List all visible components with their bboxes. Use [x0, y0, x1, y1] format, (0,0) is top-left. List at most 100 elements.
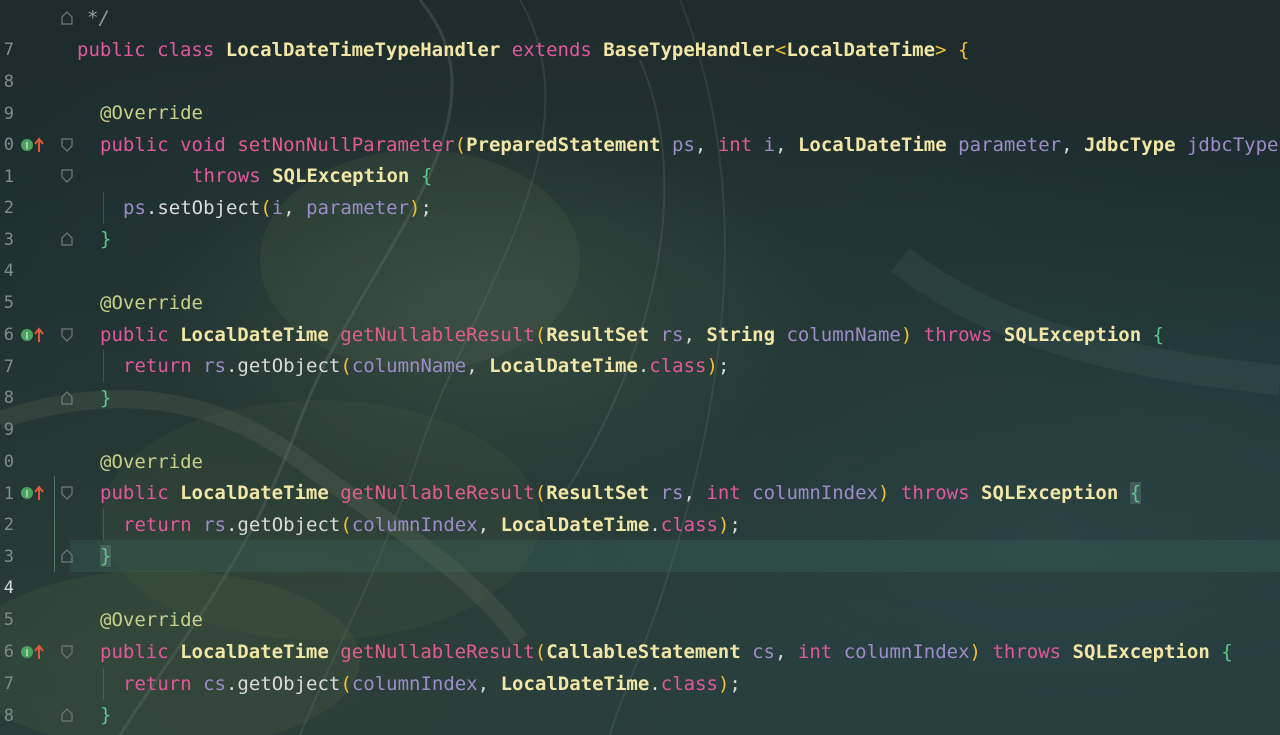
keyword: return	[123, 355, 192, 377]
method-name: getNullableResult	[340, 324, 535, 346]
paren: )	[706, 355, 718, 377]
param: jdbcType	[1186, 134, 1279, 156]
code-line[interactable]: 0	[0, 414, 1280, 472]
variable: rs	[203, 355, 226, 377]
fold-icon[interactable]	[61, 645, 73, 659]
code-line[interactable]: 6 @Override	[0, 287, 1280, 345]
paren: (	[340, 673, 352, 695]
dot: .	[649, 514, 661, 536]
arg: i	[271, 197, 284, 219]
keyword: throws	[992, 641, 1062, 663]
code-line[interactable]: 7 I public LocalDateTime getNullableResu…	[0, 636, 1280, 694]
arg: columnIndex	[351, 673, 478, 695]
matched-brace: {	[1129, 482, 1142, 504]
type: CallableStatement	[546, 641, 741, 663]
method-call: .getObject	[225, 355, 341, 377]
svg-text:I: I	[26, 141, 29, 152]
type: ResultSet	[546, 324, 650, 346]
generic-open: <	[774, 39, 787, 61]
paren: )	[900, 324, 913, 346]
code-editor[interactable]: 7 */ 8 public class LocalDateTimeTypeHan…	[0, 0, 1280, 735]
fold-icon[interactable]	[61, 11, 73, 25]
code-line[interactable]: 9 }	[0, 382, 1280, 440]
fold-icon[interactable]	[61, 391, 73, 405]
fold-icon[interactable]	[61, 138, 73, 152]
comma: ,	[775, 134, 787, 156]
override-method-icon[interactable]: I	[20, 137, 46, 153]
variable: ps	[123, 197, 146, 219]
method-name: getNullableResult	[340, 641, 535, 663]
variable: rs	[203, 514, 226, 536]
fold-icon[interactable]	[61, 708, 73, 722]
override-method-icon[interactable]: I	[20, 644, 46, 660]
brace: }	[100, 387, 112, 409]
code-line[interactable]: 5	[0, 255, 1280, 313]
override-method-icon[interactable]: I	[20, 327, 46, 343]
code-line[interactable]: 4 }	[0, 223, 1280, 281]
brace: {	[1152, 324, 1165, 346]
svg-text:I: I	[26, 489, 29, 500]
keyword: public	[77, 39, 146, 61]
return-type: LocalDateTime	[180, 324, 329, 346]
code-line[interactable]: 3 return rs.getObject(columnIndex, Local…	[0, 509, 1280, 567]
comma: ,	[683, 324, 695, 346]
param: ps	[672, 134, 695, 156]
keyword: void	[180, 134, 226, 156]
paren: (	[260, 197, 272, 219]
param: rs	[660, 324, 684, 346]
keyword: extends	[511, 39, 592, 61]
annotation: @Override	[100, 609, 203, 631]
override-method-icon[interactable]: I	[20, 485, 46, 501]
param: parameter	[958, 134, 1062, 156]
code-line[interactable]: 1 I public void setNonNullParameter(Prep…	[0, 129, 1280, 187]
comma: ,	[283, 197, 295, 219]
code-line[interactable]: 7 I public LocalDateTime getNullableResu…	[0, 319, 1280, 377]
param: rs	[660, 482, 684, 504]
code-line[interactable]: 2 I public LocalDateTime getNullableResu…	[0, 477, 1280, 535]
keyword: int	[717, 134, 753, 156]
comma: ,	[477, 673, 490, 695]
paren: )	[717, 514, 730, 536]
code-line[interactable]: 8 return rs.getObject(columnName, LocalD…	[0, 350, 1280, 408]
code-line[interactable]: 9 }	[0, 699, 1280, 731]
paren: )	[409, 197, 421, 219]
annotation: @Override	[100, 102, 203, 124]
fold-icon[interactable]	[61, 486, 73, 500]
code-line[interactable]: 5	[0, 572, 1280, 630]
class-name: LocalDateTimeTypeHandler	[225, 39, 501, 61]
brace: }	[100, 704, 112, 726]
code-line[interactable]: 7 */	[0, 2, 1280, 60]
code-line[interactable]: 3 ps.setObject(i, parameter);	[0, 192, 1280, 250]
code-line[interactable]: 6 @Override	[0, 604, 1280, 662]
fold-icon[interactable]	[61, 549, 73, 563]
keyword: public	[100, 482, 169, 504]
paren: (	[454, 134, 467, 156]
fold-icon[interactable]	[61, 169, 73, 183]
generic-close: >	[935, 39, 947, 61]
dot: .	[637, 355, 650, 377]
type: String	[706, 324, 776, 346]
arg: columnIndex	[351, 514, 478, 536]
fold-icon[interactable]	[61, 328, 73, 342]
base-class: BaseTypeHandler	[603, 39, 775, 61]
generic-type: LocalDateTime	[786, 39, 936, 61]
keyword: class	[649, 355, 707, 377]
method-name: getNullableResult	[340, 482, 535, 504]
code-line[interactable]: 8 return cs.getObject(columnIndex, Local…	[0, 668, 1280, 726]
code-line[interactable]: 8 public class LocalDateTimeTypeHandler …	[0, 34, 1280, 92]
fold-icon[interactable]	[61, 232, 73, 246]
type: JdbcType	[1084, 134, 1176, 156]
code-line-current[interactable]: 4 }	[0, 540, 1280, 598]
method-call: .getObject	[225, 514, 341, 536]
keyword: throws	[192, 165, 261, 187]
semicolon: ;	[729, 673, 741, 695]
paren: (	[534, 482, 547, 504]
code-line[interactable]: 0 @Override	[0, 97, 1280, 155]
exception-type: SQLException	[981, 482, 1119, 504]
code-line[interactable]: 1 @Override	[0, 446, 1280, 504]
code-line[interactable]: 2 throws SQLException {	[0, 160, 1280, 218]
dot: .	[649, 673, 661, 695]
code-line[interactable]: 9	[0, 66, 1280, 124]
type: LocalDateTime	[500, 673, 650, 695]
paren: )	[717, 673, 730, 695]
